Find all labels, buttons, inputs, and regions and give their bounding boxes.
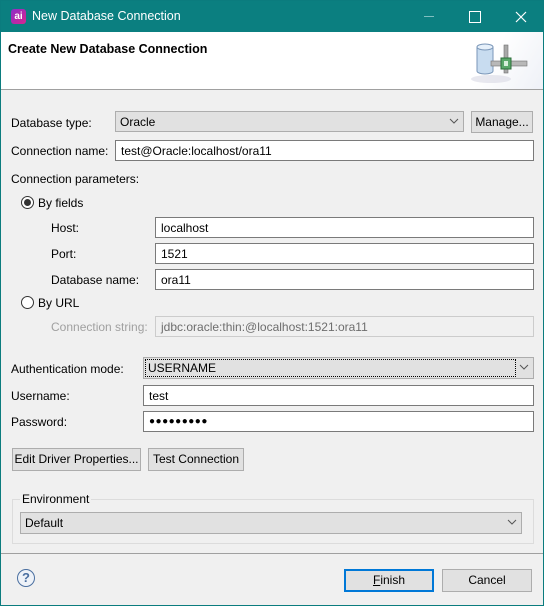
authentication-mode-label: Authentication mode: (11, 362, 124, 376)
edit-driver-properties-button[interactable]: Edit Driver Properties... (12, 448, 141, 471)
help-button[interactable]: ? (17, 569, 35, 587)
connection-parameters-label: Connection parameters: (11, 172, 140, 186)
connection-string-input: jdbc:oracle:thin:@localhost:1521:ora11 (155, 316, 534, 337)
database-name-label: Database name: (51, 273, 140, 287)
host-input[interactable]: localhost (155, 217, 534, 238)
port-value: 1521 (161, 247, 188, 261)
host-label: Host: (51, 221, 80, 235)
finish-label: inish (380, 573, 406, 587)
close-button[interactable] (498, 1, 544, 32)
wizard-header: Create New Database Connection (1, 32, 543, 90)
title-bar[interactable]: ai New Database Connection (1, 1, 543, 32)
environment-value: Default (25, 516, 64, 530)
database-type-label: Database type: (11, 116, 92, 130)
dialog-window: ai New Database Connection Create New Da… (0, 0, 544, 606)
page-title: Create New Database Connection (8, 42, 208, 56)
connection-name-label: Connection name: (11, 144, 109, 158)
database-type-select[interactable]: Oracle (115, 111, 464, 132)
close-icon (515, 11, 527, 22)
maximize-button[interactable] (452, 1, 498, 32)
password-label: Password: (11, 415, 68, 429)
by-url-label[interactable]: By URL (38, 296, 79, 310)
database-type-value: Oracle (120, 115, 156, 129)
by-fields-label[interactable]: By fields (38, 196, 83, 210)
help-icon: ? (22, 570, 30, 585)
port-input[interactable]: 1521 (155, 243, 534, 264)
footer-divider (1, 553, 543, 554)
cancel-button[interactable]: Cancel (442, 569, 532, 592)
username-label: Username: (11, 389, 70, 403)
database-name-input[interactable]: ora11 (155, 269, 534, 290)
environment-select[interactable]: Default (20, 512, 522, 534)
manage-button[interactable]: Manage... (471, 111, 533, 133)
finish-button[interactable]: Finish (344, 569, 434, 592)
password-value: ●●●●●●●●● (149, 416, 208, 427)
maximize-icon (469, 10, 481, 23)
database-connection-icon (471, 43, 528, 83)
chevron-down-icon (449, 118, 459, 124)
connection-string-label: Connection string: (51, 320, 148, 334)
password-input[interactable]: ●●●●●●●●● (143, 411, 534, 432)
by-fields-radio[interactable] (21, 196, 34, 209)
port-label: Port: (51, 247, 77, 261)
environment-label: Environment (20, 492, 92, 506)
database-name-value: ora11 (161, 273, 191, 287)
host-value: localhost (161, 221, 209, 235)
minimize-button[interactable] (406, 1, 452, 32)
minimize-icon (424, 16, 434, 17)
window-title: New Database Connection (32, 9, 181, 23)
radio-selected-dot (24, 199, 31, 206)
username-value: test (149, 389, 169, 403)
authentication-mode-value: USERNAME (148, 361, 217, 375)
authentication-mode-select[interactable]: USERNAME (143, 357, 534, 379)
by-url-radio[interactable] (21, 296, 34, 309)
connection-name-input[interactable]: test@Oracle:localhost/ora11 (115, 140, 534, 161)
chevron-down-icon (507, 519, 517, 525)
app-logo-icon: ai (11, 9, 26, 24)
connection-name-value: test@Oracle:localhost/ora11 (121, 144, 272, 158)
connection-string-value: jdbc:oracle:thin:@localhost:1521:ora11 (161, 320, 368, 334)
test-connection-button[interactable]: Test Connection (148, 448, 244, 471)
username-input[interactable]: test (143, 385, 534, 406)
chevron-down-icon (519, 364, 529, 370)
